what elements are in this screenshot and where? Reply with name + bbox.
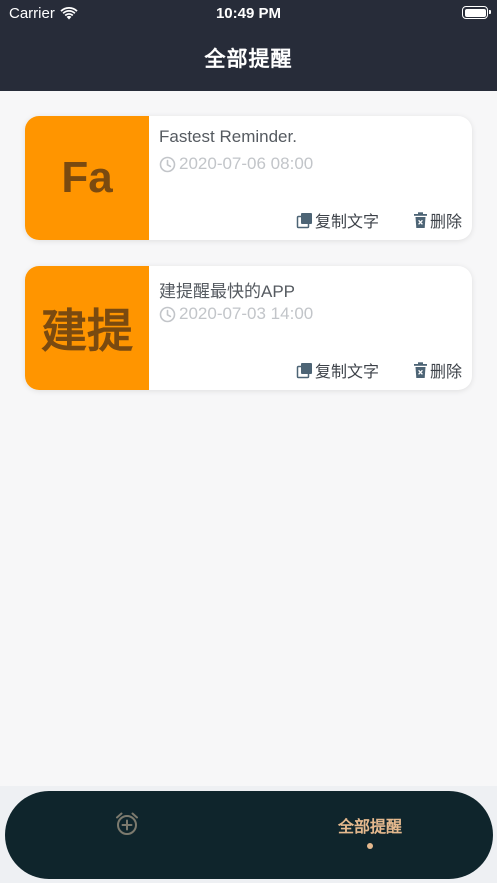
reminder-actions: 复制文字 删除 (296, 358, 462, 382)
copy-text-button[interactable]: 复制文字 (296, 208, 379, 232)
active-tab-indicator (367, 843, 373, 849)
battery-icon (462, 6, 491, 19)
reminder-thumbnail: Fa (25, 116, 149, 240)
copy-text-label: 复制文字 (314, 364, 379, 381)
clock-icon (159, 306, 176, 322)
status-time: 10:49 PM (215, 5, 282, 22)
header: Carrier 10:49 PM 全部提醒 (0, 0, 497, 91)
reminder-card[interactable]: 建提 建提醒最快的APP 2020-07-03 14:00 复制文字 删除 (25, 266, 472, 390)
reminder-title: Fastest Reminder. (159, 127, 297, 146)
reminder-date: 2020-07-03 14:00 (159, 304, 313, 324)
reminder-date: 2020-07-06 08:00 (159, 154, 313, 174)
reminder-title: 建提醒最快的APP (159, 282, 296, 301)
clock-icon (159, 156, 176, 172)
reminder-date-text: 2020-07-03 14:00 (179, 304, 314, 323)
reminder-thumbnail: 建提 (25, 266, 149, 390)
alarm-add-icon[interactable] (114, 811, 140, 837)
page-title: 全部提醒 (204, 48, 293, 71)
copy-text-button[interactable]: 复制文字 (296, 358, 379, 382)
trash-icon (413, 211, 427, 228)
copy-icon (296, 212, 312, 228)
tab-all-reminders[interactable]: 全部提醒 (325, 813, 415, 837)
delete-button[interactable]: 删除 (413, 208, 462, 232)
delete-label: 删除 (429, 364, 462, 381)
reminder-actions: 复制文字 删除 (296, 208, 462, 232)
reminder-list: Fa Fastest Reminder. 2020-07-06 08:00 复制… (25, 116, 472, 416)
reminder-card[interactable]: Fa Fastest Reminder. 2020-07-06 08:00 复制… (25, 116, 472, 240)
trash-icon (413, 361, 427, 378)
status-bar: Carrier 10:49 PM (0, 0, 497, 28)
delete-button[interactable]: 删除 (413, 358, 462, 382)
copy-text-label: 复制文字 (314, 214, 379, 231)
tab-bar: 全部提醒 (5, 791, 493, 879)
reminder-date-text: 2020-07-06 08:00 (179, 154, 314, 173)
copy-icon (296, 362, 312, 378)
delete-label: 删除 (429, 214, 462, 231)
